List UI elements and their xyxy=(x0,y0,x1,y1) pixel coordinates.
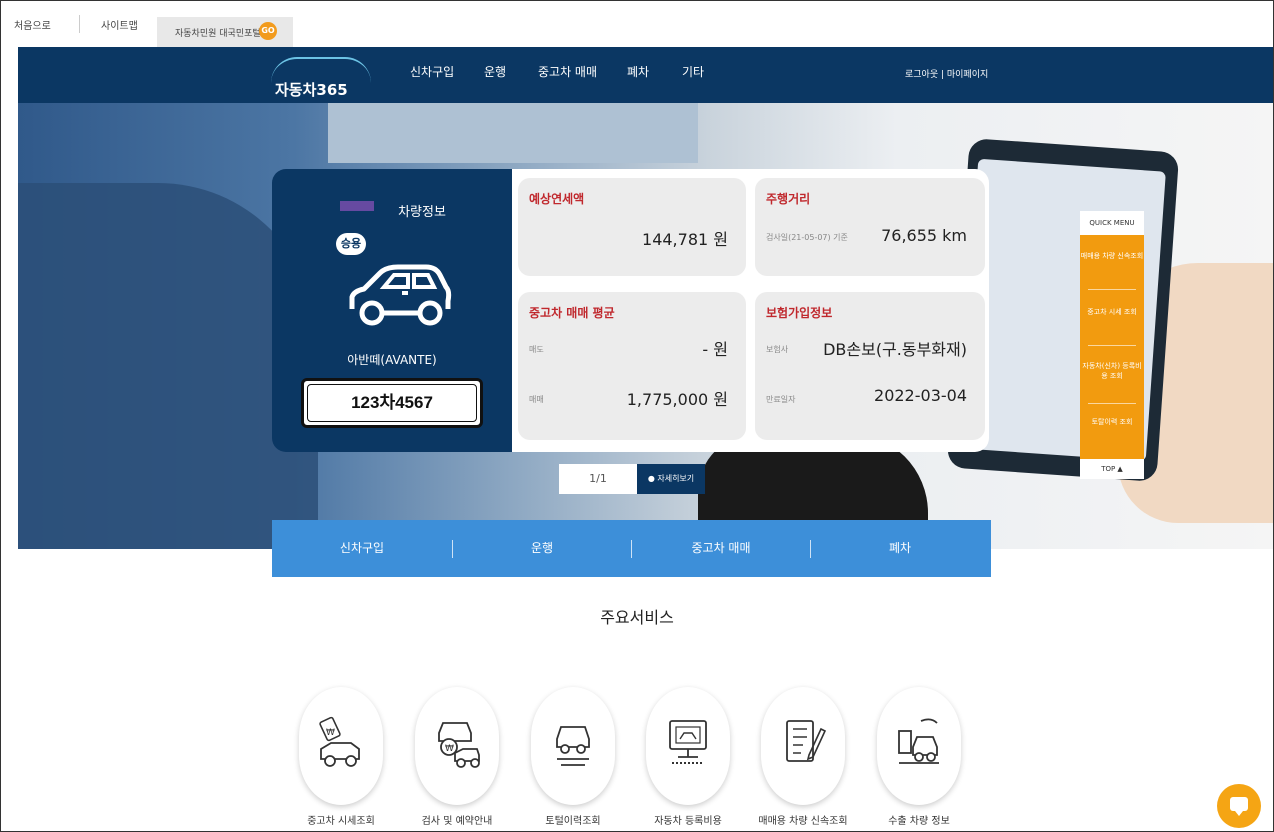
quick-menu: QUICK MENU 매매용 차량 신속조회 중고차 시세 조회 자동차(신차)… xyxy=(1080,211,1144,479)
category-driving[interactable]: 운행 xyxy=(452,520,632,577)
category-bar: 신차구입 운행 중고차 매매 폐차 xyxy=(272,520,991,577)
nav-item-etc[interactable]: 기타 xyxy=(682,63,704,80)
service-registration-cost[interactable]: 자동차 등록비용 xyxy=(646,687,732,827)
service-icon-circle: ₩ xyxy=(415,687,499,805)
insurance-box: 보험가입정보 보험사 DB손보(구.동부화재) 만료일자 2022-03-04 xyxy=(755,292,985,440)
divider xyxy=(1088,289,1136,290)
logo-text: 자동차365 xyxy=(275,81,348,99)
site-logo[interactable]: 자동차365 xyxy=(271,53,381,99)
svg-text:₩: ₩ xyxy=(445,744,454,754)
category-used-car[interactable]: 중고차 매매 xyxy=(631,520,811,577)
buy-label: 매매 xyxy=(529,395,544,404)
portal-tab[interactable]: 자동차민원 대국민포털 GO xyxy=(157,17,293,47)
service-icon-circle xyxy=(646,687,730,805)
vehicle-card-title: 차량정보 xyxy=(272,201,512,220)
service-icon-circle xyxy=(877,687,961,805)
divider xyxy=(79,15,80,33)
service-used-car-price[interactable]: ₩ 중고차 시세조회 xyxy=(299,687,385,827)
vehicle-info-card: 차량정보 승용 아반떼(AVANTE) 123차4567 xyxy=(272,169,512,452)
used-price-box: 중고차 매매 평균 매도 - 원 매매 1,775,000 원 xyxy=(518,292,746,440)
sell-value: - 원 xyxy=(702,340,728,359)
logout-mypage-link[interactable]: 로그아웃 | 마이페이지 xyxy=(905,67,988,80)
main-nav: 자동차365 신차구입 운행 중고차 매매 폐차 기타 로그아웃 | 마이페이지 xyxy=(18,47,1273,103)
category-scrap[interactable]: 폐차 xyxy=(810,520,990,577)
chat-button[interactable] xyxy=(1217,784,1261,828)
service-icon-circle: ₩ xyxy=(299,687,383,805)
service-inspection[interactable]: ₩ 검사 및 예약안내 xyxy=(415,687,501,827)
sitemap-link[interactable]: 사이트맵 xyxy=(101,17,138,32)
used-price-label: 중고차 매매 평균 xyxy=(529,306,615,320)
license-plate: 123차4567 xyxy=(301,378,483,428)
mileage-value: 76,655 km xyxy=(881,226,967,245)
card-pager: 1/1 ● 자세히보기 xyxy=(559,464,705,494)
inspection-car-icon: ₩ xyxy=(438,722,480,768)
page-indicator: 1/1 xyxy=(559,464,637,494)
tax-label: 예상연세액 xyxy=(529,192,585,206)
monitor-icon xyxy=(669,720,707,764)
utility-bar: 처음으로 사이트맵 자동차민원 대국민포털 GO xyxy=(1,1,1273,47)
tax-box: 예상연세액 144,781 원 xyxy=(518,178,746,276)
service-fast-lookup[interactable]: 매매용 차량 신속조회 xyxy=(758,687,848,827)
mileage-inspection-date: 검사일(21-05-07) 기준 xyxy=(766,233,848,242)
quick-menu-item-registration-cost[interactable]: 자동차(신차) 등록비용 조회 xyxy=(1080,361,1144,381)
category-new-car[interactable]: 신차구입 xyxy=(272,520,452,577)
history-car-icon xyxy=(556,726,590,766)
chat-bubble-icon xyxy=(1230,797,1248,816)
tax-value: 144,781 원 xyxy=(642,230,728,249)
service-caption: 수출 차량 정보 xyxy=(888,816,950,827)
service-total-history[interactable]: 토털이력조회 xyxy=(531,687,617,827)
expiry-value: 2022-03-04 xyxy=(874,386,967,405)
divider xyxy=(1088,345,1136,346)
quick-menu-item-price[interactable]: 중고차 시세 조회 xyxy=(1080,307,1144,317)
nav-item-driving[interactable]: 운행 xyxy=(484,63,506,80)
vehicle-model: 아반떼(AVANTE) xyxy=(347,353,437,367)
view-details-button[interactable]: ● 자세히보기 xyxy=(637,464,705,494)
vehicle-type-badge: 승용 xyxy=(336,233,366,255)
go-badge[interactable]: GO xyxy=(259,22,277,40)
service-icon-circle xyxy=(531,687,615,805)
insurer-value: DB손보(구.동부화재) xyxy=(823,340,967,359)
quick-menu-item-history[interactable]: 토탈이력 조회 xyxy=(1080,417,1144,427)
home-link[interactable]: 처음으로 xyxy=(14,17,51,32)
mileage-box: 주행거리 검사일(21-05-07) 기준 76,655 km xyxy=(755,178,985,276)
car-price-icon: ₩ xyxy=(319,716,360,767)
license-plate-number: 123차4567 xyxy=(307,384,477,422)
service-export-vehicle[interactable]: 수출 차량 정보 xyxy=(877,687,963,827)
service-icon-circle xyxy=(761,687,845,805)
buy-value: 1,775,000 원 xyxy=(626,390,728,409)
nav-item-scrap[interactable]: 폐차 xyxy=(627,63,649,80)
hero-background-window xyxy=(328,103,698,163)
nav-item-used-car[interactable]: 중고차 매매 xyxy=(538,63,597,80)
divider xyxy=(1088,403,1136,404)
insurer-label: 보험사 xyxy=(766,345,789,354)
sell-label: 매도 xyxy=(529,345,544,354)
svg-text:₩: ₩ xyxy=(326,728,335,738)
export-car-icon xyxy=(898,718,939,764)
quick-menu-item-fast-lookup[interactable]: 매매용 차량 신속조회 xyxy=(1080,251,1144,261)
scroll-top-button[interactable]: TOP ▲ xyxy=(1080,459,1144,479)
redacted-name xyxy=(340,201,374,211)
portal-tab-label: 자동차민원 대국민포털 xyxy=(175,29,261,39)
quick-menu-title: QUICK MENU xyxy=(1080,211,1144,235)
nav-item-new-car[interactable]: 신차구입 xyxy=(410,63,454,80)
vehicle-detail-panel: 예상연세액 144,781 원 주행거리 검사일(21-05-07) 기준 76… xyxy=(512,169,989,452)
expiry-label: 만료일자 xyxy=(766,395,796,404)
insurance-label: 보험가입정보 xyxy=(766,306,833,320)
services-title: 주요서비스 xyxy=(600,608,674,627)
car-icon xyxy=(349,264,452,326)
document-pen-icon xyxy=(786,720,827,762)
mileage-label: 주행거리 xyxy=(766,192,811,206)
